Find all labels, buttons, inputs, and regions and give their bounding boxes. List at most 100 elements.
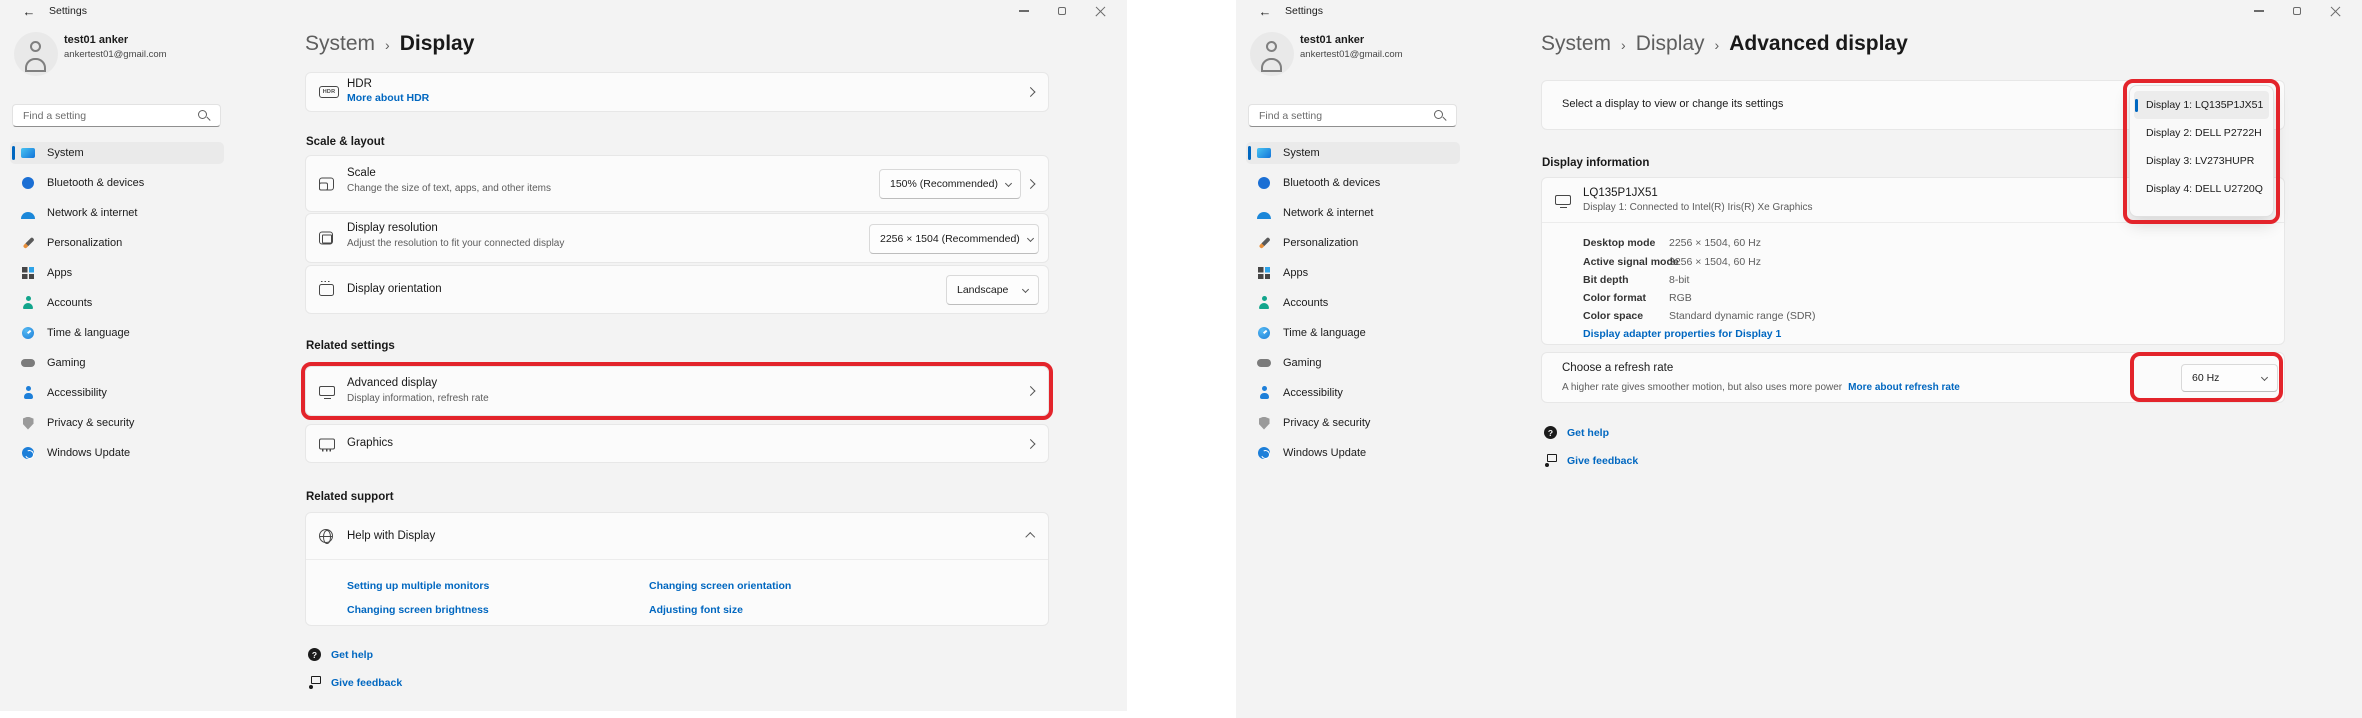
hdr-row[interactable]: HDR More about HDR: [305, 72, 1049, 112]
search-box[interactable]: [1248, 104, 1457, 127]
display-orientation-row: Display orientation Landscape: [305, 265, 1049, 314]
scale-title: Scale: [347, 167, 376, 179]
section-related-support: Related support: [306, 491, 394, 503]
display-option-1[interactable]: Display 1: LQ135P1JX51: [2134, 91, 2269, 119]
restore-icon: [2293, 7, 2301, 15]
user-name: test01 anker: [64, 34, 128, 46]
sidebar-item-gaming[interactable]: Gaming: [10, 352, 224, 374]
bluetooth-icon: [21, 176, 35, 190]
give-feedback-row[interactable]: Give feedback: [1544, 454, 1638, 467]
select-display-label: Select a display to view or change its s…: [1562, 98, 1783, 110]
sidebar-nav: System Bluetooth & devices Network & int…: [10, 142, 224, 472]
breadcrumb-system[interactable]: System: [305, 32, 375, 56]
display-adapter-properties-link[interactable]: Display adapter properties for Display 1: [1583, 328, 1781, 340]
chevron-down-icon: [1005, 179, 1012, 186]
accessibility-icon: [21, 386, 35, 400]
breadcrumb-display[interactable]: Display: [1636, 32, 1705, 56]
search-input[interactable]: [1249, 110, 1432, 122]
display-option-2[interactable]: Display 2: DELL P2722H: [2134, 119, 2269, 147]
breadcrumb-system[interactable]: System: [1541, 32, 1611, 56]
close-button[interactable]: [2316, 0, 2354, 22]
sidebar-item-privacy-security[interactable]: Privacy & security: [10, 412, 224, 434]
sidebar-item-accessibility[interactable]: Accessibility: [10, 382, 224, 404]
chevron-right-icon: [1025, 386, 1034, 395]
give-feedback-link[interactable]: Give feedback: [331, 677, 402, 689]
sidebar-item-personalization[interactable]: Personalization: [1246, 232, 1460, 254]
search-icon: [1432, 108, 1448, 124]
search-icon: [196, 108, 212, 124]
display-name: LQ135P1JX51: [1583, 187, 1658, 199]
time-language-icon: [21, 326, 35, 340]
close-icon: [2330, 6, 2341, 17]
privacy-icon: [21, 416, 35, 430]
sidebar-item-bluetooth-devices[interactable]: Bluetooth & devices: [10, 172, 224, 194]
sidebar-item-accounts[interactable]: Accounts: [1246, 292, 1460, 314]
sidebar-item-windows-update[interactable]: Windows Update: [1246, 442, 1460, 464]
give-feedback-row[interactable]: Give feedback: [308, 676, 402, 689]
system-icon: [21, 146, 35, 160]
hdr-icon: [319, 86, 339, 98]
get-help-link[interactable]: Get help: [331, 649, 373, 661]
more-about-refresh-rate-link[interactable]: More about refresh rate: [1848, 382, 1960, 393]
get-help-row[interactable]: Get help: [308, 648, 373, 661]
sidebar-item-system[interactable]: System: [10, 142, 224, 164]
display-resolution-dropdown[interactable]: 2256 × 1504 (Recommended): [869, 224, 1039, 254]
restore-icon: [1058, 7, 1066, 15]
help-link-multiple-monitors[interactable]: Setting up multiple monitors: [347, 580, 489, 592]
back-button[interactable]: [18, 2, 40, 22]
windows-update-icon: [21, 446, 35, 460]
display-option-4[interactable]: Display 4: DELL U2720Q: [2134, 175, 2269, 203]
graphics-row[interactable]: Graphics: [305, 424, 1049, 463]
sidebar-item-time-language[interactable]: Time & language: [10, 322, 224, 344]
sidebar-item-apps[interactable]: Apps: [10, 262, 224, 284]
user-name: test01 anker: [1300, 34, 1364, 46]
sidebar-item-accounts[interactable]: Accounts: [10, 292, 224, 314]
help-with-display-header[interactable]: Help with Display: [306, 513, 1048, 560]
sidebar-item-privacy-security[interactable]: Privacy & security: [1246, 412, 1460, 434]
get-help-link[interactable]: Get help: [1567, 427, 1609, 439]
graphics-icon: [319, 438, 335, 449]
give-feedback-link[interactable]: Give feedback: [1567, 455, 1638, 467]
help-with-display-title: Help with Display: [347, 530, 435, 542]
display-option-3[interactable]: Display 3: LV273HUPR: [2134, 147, 2269, 175]
get-help-row[interactable]: Get help: [1544, 426, 1609, 439]
back-button[interactable]: [1254, 2, 1276, 22]
sidebar-item-bluetooth-devices[interactable]: Bluetooth & devices: [1246, 172, 1460, 194]
sidebar-item-gaming[interactable]: Gaming: [1246, 352, 1460, 374]
chevron-right-icon: [1025, 87, 1034, 96]
sidebar-item-windows-update[interactable]: Windows Update: [10, 442, 224, 464]
sidebar-item-accessibility[interactable]: Accessibility: [1246, 382, 1460, 404]
help-globe-icon: [319, 529, 333, 543]
close-button[interactable]: [1081, 0, 1119, 22]
accounts-icon: [1257, 296, 1271, 310]
more-about-hdr-link[interactable]: More about HDR: [347, 92, 429, 104]
sidebar-item-personalization[interactable]: Personalization: [10, 232, 224, 254]
avatar[interactable]: [1250, 32, 1294, 76]
help-link-font-size[interactable]: Adjusting font size: [649, 604, 743, 616]
search-input[interactable]: [13, 110, 196, 122]
avatar[interactable]: [14, 32, 58, 76]
sidebar-item-network-internet[interactable]: Network & internet: [1246, 202, 1460, 224]
display-orientation-icon: [319, 284, 334, 296]
search-box[interactable]: [12, 104, 221, 127]
refresh-rate-dropdown[interactable]: 60 Hz: [2181, 364, 2278, 392]
sidebar-item-system[interactable]: System: [1246, 142, 1460, 164]
display-resolution-subtitle: Adjust the resolution to fit your connec…: [347, 238, 564, 249]
back-arrow-icon: [23, 3, 36, 21]
refresh-rate-subtitle: A higher rate gives smoother motion, but…: [1562, 382, 1842, 393]
chevron-down-icon: [2261, 373, 2268, 380]
avatar-person-icon: [1266, 41, 1277, 52]
help-link-screen-brightness[interactable]: Changing screen brightness: [347, 604, 489, 616]
monitor-icon: [1555, 195, 1571, 205]
sidebar-item-time-language[interactable]: Time & language: [1246, 322, 1460, 344]
sidebar-item-network-internet[interactable]: Network & internet: [10, 202, 224, 224]
display-orientation-dropdown[interactable]: Landscape: [946, 275, 1039, 305]
scale-row[interactable]: Scale Change the size of text, apps, and…: [305, 155, 1049, 212]
sidebar-item-apps[interactable]: Apps: [1246, 262, 1460, 284]
display-resolution-icon: [319, 232, 333, 245]
display-orientation-title: Display orientation: [347, 283, 442, 295]
help-link-screen-orientation[interactable]: Changing screen orientation: [649, 580, 791, 592]
advanced-display-row[interactable]: Advanced display Display information, re…: [305, 366, 1049, 416]
window-title: Settings: [49, 5, 87, 17]
scale-dropdown[interactable]: 150% (Recommended): [879, 169, 1021, 199]
